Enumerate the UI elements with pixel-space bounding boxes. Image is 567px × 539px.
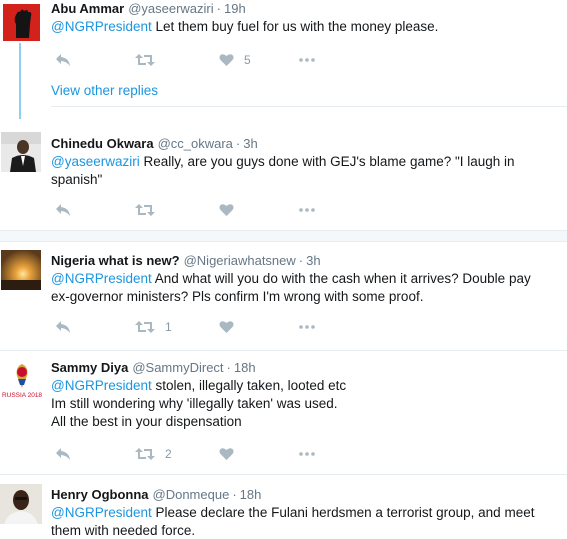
tweet-sammy-diya[interactable]: RUSSIA 2018 Sammy Diya @SammyDirect · 18h @… (0, 355, 567, 465)
heart-icon (219, 204, 234, 216)
tweet-time[interactable]: 18h (234, 360, 256, 375)
like-button[interactable] (219, 446, 234, 462)
reply-button[interactable] (55, 446, 71, 462)
heart-icon (219, 54, 234, 66)
reply-icon (56, 54, 70, 66)
author-handle[interactable]: @yaseerwaziri (128, 1, 213, 16)
view-other-replies-link[interactable]: View other replies (51, 83, 158, 98)
tweet-henry-ogbonna[interactable]: Henry Ogbonna @Donmeque · 18h @NGRPresident… (0, 480, 567, 539)
like-button[interactable] (219, 202, 234, 218)
author-handle[interactable]: @SammyDirect (132, 360, 223, 375)
avatar[interactable] (0, 484, 42, 524)
retweet-button[interactable] (135, 202, 155, 218)
tweet-text: @NGRPresident stolen, illegally taken, l… (51, 378, 347, 429)
author-name[interactable]: Chinedu Okwara (51, 136, 154, 151)
like-button[interactable]: 5 (219, 52, 251, 68)
retweet-button[interactable] (135, 52, 155, 68)
like-count: 5 (244, 53, 251, 67)
divider (51, 106, 567, 107)
badge-text: RUSSIA 2018 (2, 392, 42, 399)
retweet-icon (135, 54, 155, 66)
mention-link[interactable]: @NGRPresident (51, 271, 152, 286)
author-handle[interactable]: @Donmeque (153, 487, 230, 502)
conversation-separator (0, 230, 567, 242)
mention-link[interactable]: @yaseerwaziri (51, 154, 140, 169)
more-icon (299, 452, 315, 456)
avatar[interactable] (1, 132, 41, 172)
author-handle[interactable]: @Nigeriawhatsnew (184, 253, 296, 268)
retweet-icon (135, 204, 155, 216)
retweet-icon (135, 321, 155, 333)
more-button[interactable] (299, 202, 315, 218)
more-button[interactable] (299, 446, 315, 462)
reply-button[interactable] (55, 202, 71, 218)
retweet-button[interactable]: 1 (135, 319, 172, 335)
more-icon (299, 208, 315, 212)
tweet-time[interactable]: 18h (240, 487, 262, 502)
avatar[interactable] (3, 4, 40, 41)
reply-button[interactable] (55, 319, 71, 335)
like-button[interactable] (219, 319, 234, 335)
more-button[interactable] (299, 52, 315, 68)
thread-line (19, 43, 21, 119)
retweet-button[interactable]: 2 (135, 446, 172, 462)
tweet-time[interactable]: 3h (243, 136, 257, 151)
author-name[interactable]: Abu Ammar (51, 1, 124, 16)
tweet-text: @NGRPresident Please declare the Fulani … (51, 505, 535, 538)
retweet-count: 1 (165, 320, 172, 334)
tweet-nigeria-what-is-new[interactable]: Nigeria what is new? @Nigeriawhatsnew · 3h … (0, 248, 567, 348)
avatar[interactable] (1, 250, 41, 290)
author-name[interactable]: Henry Ogbonna (51, 487, 149, 502)
avatar[interactable]: RUSSIA 2018 (0, 361, 44, 401)
tweet-text: @NGRPresident Let them buy fuel for us w… (51, 19, 439, 34)
reply-button[interactable] (55, 52, 71, 68)
tweet-chinedu-okwara[interactable]: Chinedu Okwara @cc_okwara · 3h @yaseerwazir… (0, 130, 567, 225)
divider (0, 350, 567, 351)
retweet-icon (135, 448, 155, 460)
tweet-time[interactable]: 19h (224, 1, 246, 16)
mention-link[interactable]: @NGRPresident (51, 505, 152, 520)
divider (0, 474, 567, 475)
tweet-text: @yaseerwaziri Really, are you guys done … (51, 154, 515, 187)
mention-link[interactable]: @NGRPresident (51, 19, 152, 34)
more-button[interactable] (299, 319, 315, 335)
mention-link[interactable]: @NGRPresident (51, 378, 152, 393)
heart-icon (219, 321, 234, 333)
reply-icon (56, 448, 70, 460)
author-name[interactable]: Sammy Diya (51, 360, 128, 375)
author-handle[interactable]: @cc_okwara (158, 136, 233, 151)
reply-icon (56, 204, 70, 216)
tweet-time[interactable]: 3h (306, 253, 320, 268)
tweet-text: @NGRPresident And what will you do with … (51, 271, 531, 304)
author-name[interactable]: Nigeria what is new? (51, 253, 180, 268)
reply-icon (56, 321, 70, 333)
more-icon (299, 325, 315, 329)
retweet-count: 2 (165, 447, 172, 461)
heart-icon (219, 448, 234, 460)
more-icon (299, 58, 315, 62)
